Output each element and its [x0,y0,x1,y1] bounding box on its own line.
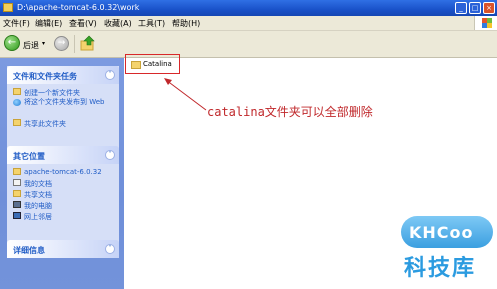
place-label: 共享文档 [24,191,52,199]
forward-arrow-icon[interactable]: → [54,36,69,51]
toolbar-separator [74,35,75,53]
watermark-name: 科技库 [404,256,477,281]
expand-icon[interactable]: ˅ [105,244,115,254]
task-label: 创建一个新文件夹 [24,89,80,97]
place-parent-folder[interactable]: apache-tomcat-6.0.32 [13,167,115,178]
panel-header[interactable]: 其它位置 ˄ [7,146,119,164]
annotation-text: catalina文件夹可以全部删除 [207,105,373,119]
place-shared-documents[interactable]: 共享文档 [13,189,115,200]
windows-logo-icon [474,16,497,30]
panel-title: 其它位置 [13,152,45,161]
place-label: 我的电脑 [24,202,52,210]
task-pane: 文件和文件夹任务 ˄ 创建一个新文件夹 将这个文件夹发布到 Web 共享此文件夹… [0,58,124,289]
task-publish-web[interactable]: 将这个文件夹发布到 Web [13,98,115,118]
watermark: KHCoo 科技库 [398,210,497,289]
menu-bar: 文件(F) 编辑(E) 查看(V) 收藏(A) 工具(T) 帮助(H) [0,16,497,31]
details-panel: 详细信息 ˅ [7,240,119,258]
task-share-folder[interactable]: 共享此文件夹 [13,118,115,129]
minimize-button[interactable]: _ [455,2,467,14]
toolbar: ← 后退 ▾ → [0,31,497,58]
place-label: 我的文档 [24,180,52,188]
file-folder-tasks-panel: 文件和文件夹任务 ˄ 创建一个新文件夹 将这个文件夹发布到 Web 共享此文件夹 [7,66,119,146]
task-label: 将这个文件夹发布到 Web [24,98,105,106]
place-label: apache-tomcat-6.0.32 [24,168,102,176]
window-title: D:\apache-tomcat-6.0.32\work [17,3,140,12]
place-my-documents[interactable]: 我的文档 [13,178,115,189]
folder-icon [13,168,21,175]
title-bar: D:\apache-tomcat-6.0.32\work _ □ × [0,0,497,16]
publish-web-icon [13,99,21,106]
my-documents-icon [13,179,21,186]
folder-up-icon[interactable] [80,35,96,51]
shared-documents-icon [13,190,21,197]
place-label: 网上邻居 [24,213,52,221]
share-folder-icon [13,119,21,126]
close-button[interactable]: × [483,2,495,14]
menu-edit[interactable]: 编辑(E) [35,18,62,29]
watermark-logo: KHCoo [401,216,493,248]
task-label: 共享此文件夹 [24,120,66,128]
panel-title: 详细信息 [13,246,45,255]
menu-file[interactable]: 文件(F) [3,18,30,29]
back-button-label[interactable]: 后退 [23,40,39,51]
collapse-icon[interactable]: ˄ [105,70,115,80]
watermark-logo-text: KHCoo [409,223,474,242]
menu-view[interactable]: 查看(V) [69,18,97,29]
new-folder-icon [13,88,21,95]
task-new-folder[interactable]: 创建一个新文件夹 [13,87,115,98]
panel-header[interactable]: 文件和文件夹任务 ˄ [7,66,119,84]
back-dropdown-icon[interactable]: ▾ [42,40,45,47]
panel-header[interactable]: 详细信息 ˅ [7,240,119,258]
menu-help[interactable]: 帮助(H) [172,18,200,29]
my-computer-icon [13,201,21,208]
network-places-icon [13,212,21,219]
back-arrow-icon[interactable]: ← [4,35,20,51]
maximize-button[interactable]: □ [469,2,481,14]
menu-favorites[interactable]: 收藏(A) [104,18,132,29]
place-my-computer[interactable]: 我的电脑 [13,200,115,211]
folder-icon [3,3,13,12]
collapse-icon[interactable]: ˄ [105,150,115,160]
place-network[interactable]: 网上邻居 [13,211,115,222]
panel-title: 文件和文件夹任务 [13,72,77,81]
other-places-panel: 其它位置 ˄ apache-tomcat-6.0.32 我的文档 共享文档 我的… [7,146,119,240]
menu-tools[interactable]: 工具(T) [138,18,165,29]
